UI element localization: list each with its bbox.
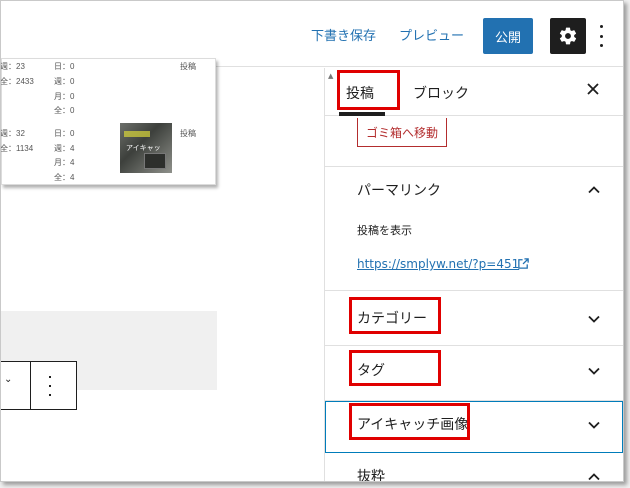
stat-row1-col2c: 月：0 xyxy=(54,92,75,101)
tags-panel-title[interactable]: タグ xyxy=(357,360,385,380)
categories-panel-title[interactable]: カテゴリー xyxy=(357,308,427,328)
block-toolbar: ⌄ xyxy=(1,361,77,410)
stat-row2-col2d: 全：4 xyxy=(54,173,75,182)
publish-button[interactable]: 公開 xyxy=(483,18,533,54)
chevron-down-icon[interactable] xyxy=(587,417,601,431)
external-link-icon[interactable] xyxy=(517,257,530,270)
close-sidebar-button[interactable] xyxy=(585,82,601,98)
stat-row1-type: 投稿 xyxy=(180,62,196,71)
stat-row2-col1: 週：32 xyxy=(0,129,25,138)
settings-sidebar: ▲ 投稿 ブロック ゴミ箱へ移動 パーマリンク 投稿を表示 https://sm… xyxy=(324,68,623,481)
view-post-label: 投稿を表示 xyxy=(357,224,412,237)
editor-canvas: 週：23 全：2433 日：0 週：0 月：0 全：0 投稿 週：32 全：11… xyxy=(1,58,324,481)
thumbnail-image: アイキャッ xyxy=(120,123,172,173)
move-block-icon[interactable]: ⌄ xyxy=(4,374,12,385)
stat-row2-type: 投稿 xyxy=(180,129,196,138)
permalink-panel-title[interactable]: パーマリンク xyxy=(357,180,441,200)
sidebar-tabs: 投稿 ブロック xyxy=(325,68,623,116)
tab-block[interactable]: ブロック xyxy=(413,83,469,103)
trash-button-label: ゴミ箱へ移動 xyxy=(365,125,438,140)
more-vertical-icon xyxy=(599,25,603,47)
more-options-button[interactable] xyxy=(595,25,607,47)
chevron-down-icon[interactable] xyxy=(587,363,601,377)
stats-image-block[interactable]: 週：23 全：2433 日：0 週：0 月：0 全：0 投稿 週：32 全：11… xyxy=(1,58,216,185)
stat-row1-col2d: 全：0 xyxy=(54,106,75,115)
settings-button[interactable] xyxy=(550,18,586,54)
featured-image-panel-title[interactable]: アイキャッチ画像 xyxy=(357,414,468,434)
editor-window: 下書き保存 プレビュー 公開 週：23 全：2433 日：0 週：0 月：0 全… xyxy=(0,0,624,482)
stat-row1-col2: 日：0 xyxy=(54,62,75,71)
preview-button[interactable]: プレビュー xyxy=(399,25,464,44)
publish-label: 公開 xyxy=(494,30,521,46)
chevron-up-icon[interactable] xyxy=(587,469,601,481)
move-to-trash-button[interactable]: ゴミ箱へ移動 xyxy=(357,118,447,147)
tab-post[interactable]: 投稿 xyxy=(346,83,374,103)
stat-row2-col2c: 月：4 xyxy=(54,158,75,167)
save-draft-button[interactable]: 下書き保存 xyxy=(311,25,376,44)
stat-row2-col2b: 週：4 xyxy=(54,144,75,153)
permalink-url-link[interactable]: https://smplyw.net/?p=451 xyxy=(357,257,519,271)
stat-row1-col2b: 週：0 xyxy=(54,77,75,86)
active-tab-indicator xyxy=(339,112,385,116)
thumbnail-label: アイキャッ xyxy=(126,145,161,152)
close-icon xyxy=(587,83,599,95)
stat-row1-col1: 週：23 xyxy=(0,62,25,71)
block-options-button[interactable] xyxy=(48,376,52,396)
gear-icon xyxy=(559,27,577,45)
chevron-up-icon[interactable] xyxy=(587,182,601,196)
stat-row2-col1b: 全：1134 xyxy=(0,144,34,153)
excerpt-panel-title[interactable]: 抜粋 xyxy=(357,466,385,481)
chevron-down-icon[interactable] xyxy=(587,311,601,325)
stat-row2-col2: 日：0 xyxy=(54,129,75,138)
stat-row1-col1b: 全：2433 xyxy=(0,77,34,86)
